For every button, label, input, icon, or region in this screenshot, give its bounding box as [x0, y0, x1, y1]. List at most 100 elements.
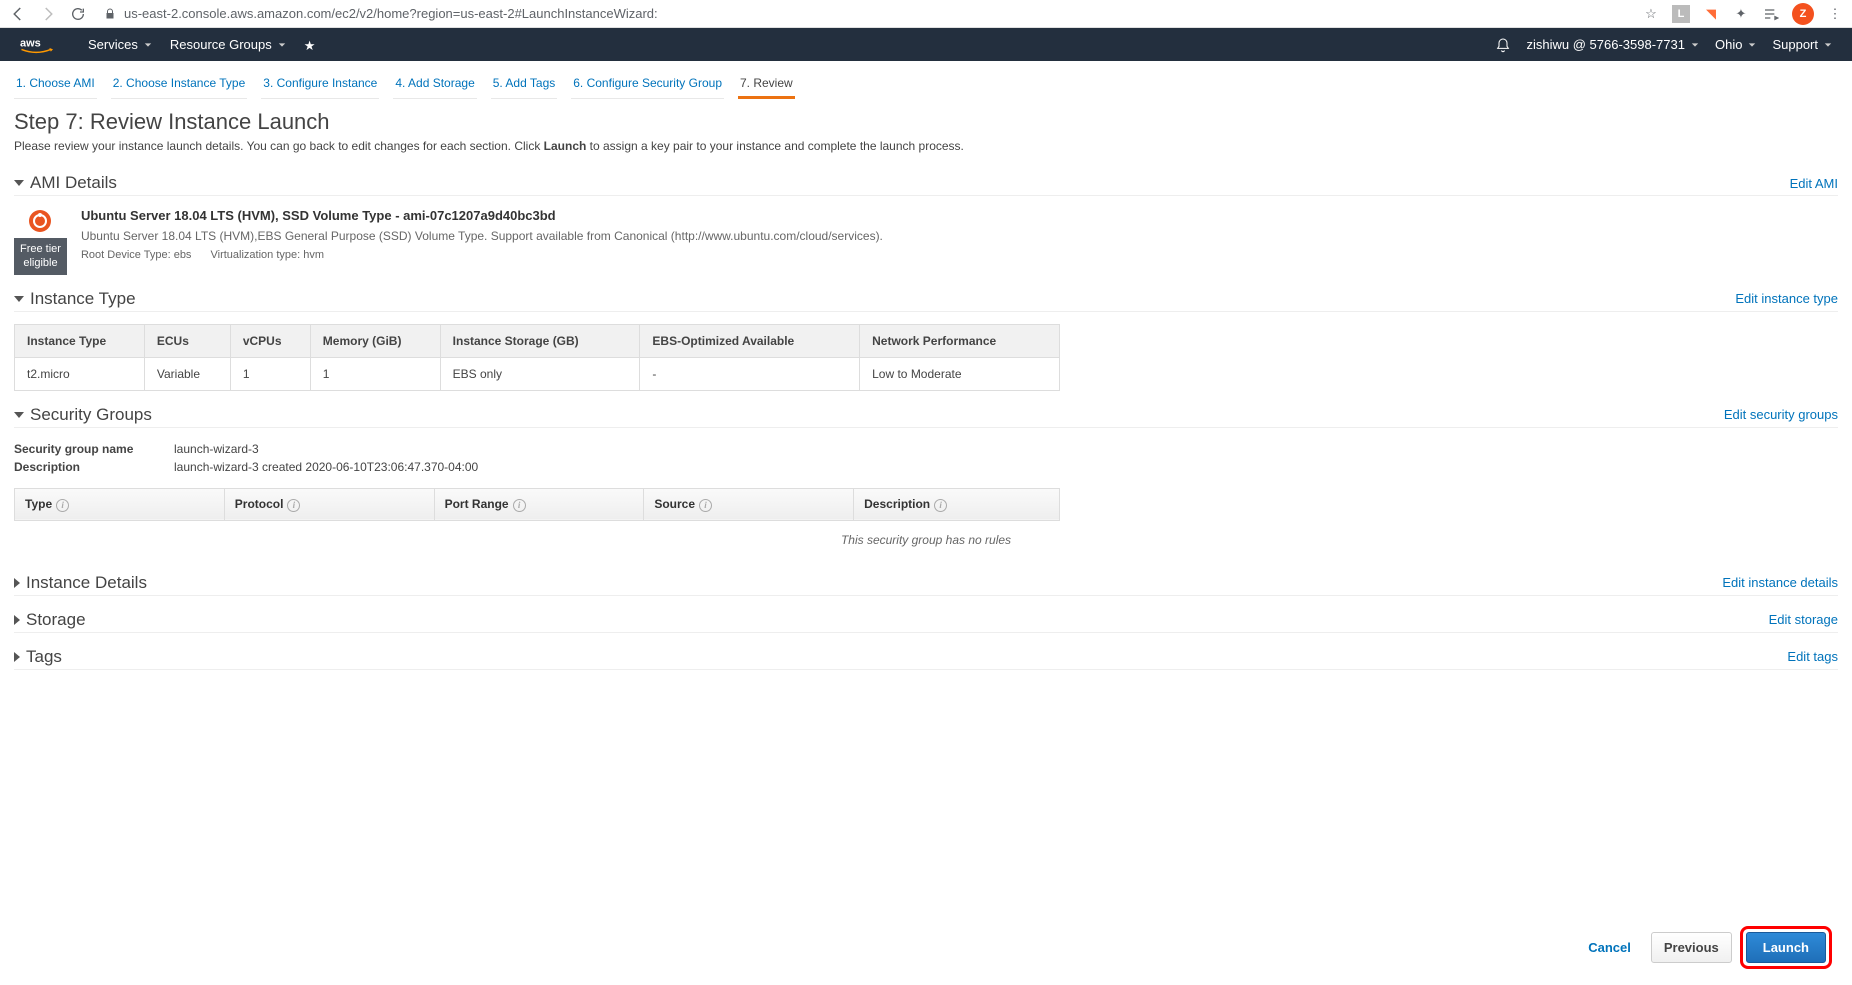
- aws-header: aws Services Resource Groups ★ zishiwu @…: [0, 28, 1852, 61]
- ubuntu-icon: [29, 210, 51, 232]
- td-ebs: -: [640, 357, 860, 390]
- menu-support[interactable]: Support: [1772, 37, 1832, 52]
- menu-resource-groups[interactable]: Resource Groups: [170, 37, 286, 52]
- th-source: Sourcei: [644, 488, 854, 520]
- caret-right-icon[interactable]: [14, 578, 20, 588]
- reload-icon[interactable]: [68, 4, 88, 24]
- forward-icon[interactable]: [38, 4, 58, 24]
- page-description: Please review your instance launch detai…: [14, 139, 1838, 153]
- tab-review[interactable]: 7. Review: [738, 69, 795, 99]
- browser-chrome: us-east-2.console.aws.amazon.com/ec2/v2/…: [0, 0, 1852, 28]
- edit-instance-details-link[interactable]: Edit instance details: [1722, 575, 1838, 590]
- th-type-label: Type: [25, 497, 52, 511]
- lock-icon: [104, 8, 116, 20]
- table-row: t2.micro Variable 1 1 EBS only - Low to …: [15, 357, 1060, 390]
- instance-type-table: Instance Type ECUs vCPUs Memory (GiB) In…: [14, 324, 1060, 391]
- caret-down-icon[interactable]: [14, 296, 24, 302]
- ami-metadata: Root Device Type: ebs Virtualization typ…: [81, 249, 1838, 261]
- tab-configure-security-group[interactable]: 6. Configure Security Group: [571, 69, 724, 99]
- ami-name: Ubuntu Server 18.04 LTS (HVM), SSD Volum…: [81, 208, 1838, 223]
- free-tier-line1: Free tier: [20, 242, 61, 256]
- menu-rg-label: Resource Groups: [170, 37, 272, 52]
- desc-part-a: Please review your instance launch detai…: [14, 139, 544, 153]
- section-storage-title[interactable]: Storage: [26, 610, 86, 630]
- postman-icon[interactable]: ◥: [1702, 5, 1720, 23]
- previous-button[interactable]: Previous: [1651, 932, 1732, 963]
- info-icon[interactable]: i: [513, 499, 526, 512]
- security-group-rules-table: Typei Protocoli Port Rangei Sourcei Desc…: [14, 488, 1060, 521]
- tab-configure-instance[interactable]: 3. Configure Instance: [261, 69, 379, 99]
- wizard-tabs: 1. Choose AMI 2. Choose Instance Type 3.…: [0, 61, 1852, 99]
- support-label: Support: [1772, 37, 1818, 52]
- desc-part-c: to assign a key pair to your instance an…: [586, 139, 964, 153]
- th-description: Description i: [854, 488, 1060, 520]
- sg-name-value: launch-wizard-3: [174, 442, 259, 456]
- section-tags-title[interactable]: Tags: [26, 647, 62, 667]
- url-text: us-east-2.console.aws.amazon.com/ec2/v2/…: [124, 6, 658, 21]
- menu-services-label: Services: [88, 37, 138, 52]
- menu-region[interactable]: Ohio: [1715, 37, 1756, 52]
- th-storage: Instance Storage (GB): [440, 324, 640, 357]
- section-instance-details-title[interactable]: Instance Details: [26, 573, 147, 593]
- cancel-button[interactable]: Cancel: [1576, 932, 1643, 963]
- ami-root-device: Root Device Type: ebs: [81, 249, 191, 261]
- star-icon[interactable]: ☆: [1642, 5, 1660, 23]
- free-tier-badge: Free tier eligible: [14, 238, 67, 275]
- chevron-down-icon: [1691, 41, 1699, 49]
- region-label: Ohio: [1715, 37, 1742, 52]
- th-vcpus: vCPUs: [230, 324, 310, 357]
- launch-button[interactable]: Launch: [1746, 932, 1826, 963]
- section-security-groups-title[interactable]: Security Groups: [30, 405, 152, 425]
- back-icon[interactable]: [8, 4, 28, 24]
- tab-choose-ami[interactable]: 1. Choose AMI: [14, 69, 97, 99]
- page-title: Step 7: Review Instance Launch: [14, 109, 1838, 135]
- playlist-icon[interactable]: [1762, 5, 1780, 23]
- th-type: Typei: [15, 488, 225, 520]
- edit-ami-link[interactable]: Edit AMI: [1790, 176, 1838, 191]
- info-icon[interactable]: i: [56, 499, 69, 512]
- td-ecus: Variable: [144, 357, 230, 390]
- ami-virt-type: Virtualization type: hvm: [211, 249, 325, 261]
- th-protocol-label: Protocol: [235, 497, 284, 511]
- extensions-icon[interactable]: ✦: [1732, 5, 1750, 23]
- info-icon[interactable]: i: [699, 499, 712, 512]
- free-tier-line2: eligible: [20, 256, 61, 270]
- profile-avatar[interactable]: Z: [1792, 3, 1814, 25]
- edit-instance-type-link[interactable]: Edit instance type: [1735, 291, 1838, 306]
- tab-add-tags[interactable]: 5. Add Tags: [491, 69, 558, 99]
- edit-tags-link[interactable]: Edit tags: [1787, 649, 1838, 664]
- caret-down-icon[interactable]: [14, 412, 24, 418]
- menu-services[interactable]: Services: [88, 37, 152, 52]
- th-ecus: ECUs: [144, 324, 230, 357]
- pin-icon[interactable]: ★: [304, 38, 318, 52]
- sg-name-label: Security group name: [14, 442, 174, 456]
- svg-text:aws: aws: [20, 37, 41, 49]
- aws-logo[interactable]: aws: [20, 35, 64, 55]
- info-icon[interactable]: i: [287, 499, 300, 512]
- section-instance-type-title[interactable]: Instance Type: [30, 289, 136, 309]
- caret-right-icon[interactable]: [14, 615, 20, 625]
- tab-choose-instance-type[interactable]: 2. Choose Instance Type: [111, 69, 248, 99]
- edit-storage-link[interactable]: Edit storage: [1769, 612, 1838, 627]
- kebab-icon[interactable]: ⋮: [1826, 5, 1844, 23]
- edit-security-groups-link[interactable]: Edit security groups: [1724, 407, 1838, 422]
- th-desc-label: Description: [864, 497, 930, 511]
- sg-desc-value: launch-wizard-3 created 2020-06-10T23:06…: [174, 460, 478, 474]
- section-ami-title[interactable]: AMI Details: [30, 173, 117, 193]
- extension-l-icon[interactable]: L: [1672, 5, 1690, 23]
- th-protocol: Protocoli: [224, 488, 434, 520]
- chevron-down-icon: [278, 41, 286, 49]
- td-vcpus: 1: [230, 357, 310, 390]
- footer-actions: Cancel Previous Launch: [0, 910, 1852, 985]
- th-instance-type: Instance Type: [15, 324, 145, 357]
- bell-icon[interactable]: [1495, 37, 1511, 53]
- menu-account[interactable]: zishiwu @ 5766-3598-7731: [1527, 37, 1699, 52]
- td-instance-type: t2.micro: [15, 357, 145, 390]
- caret-down-icon[interactable]: [14, 180, 24, 186]
- url-bar[interactable]: us-east-2.console.aws.amazon.com/ec2/v2/…: [98, 6, 1632, 21]
- th-ebs: EBS-Optimized Available: [640, 324, 860, 357]
- caret-right-icon[interactable]: [14, 652, 20, 662]
- tab-add-storage[interactable]: 4. Add Storage: [393, 69, 476, 99]
- info-icon[interactable]: i: [934, 499, 947, 512]
- td-memory: 1: [310, 357, 440, 390]
